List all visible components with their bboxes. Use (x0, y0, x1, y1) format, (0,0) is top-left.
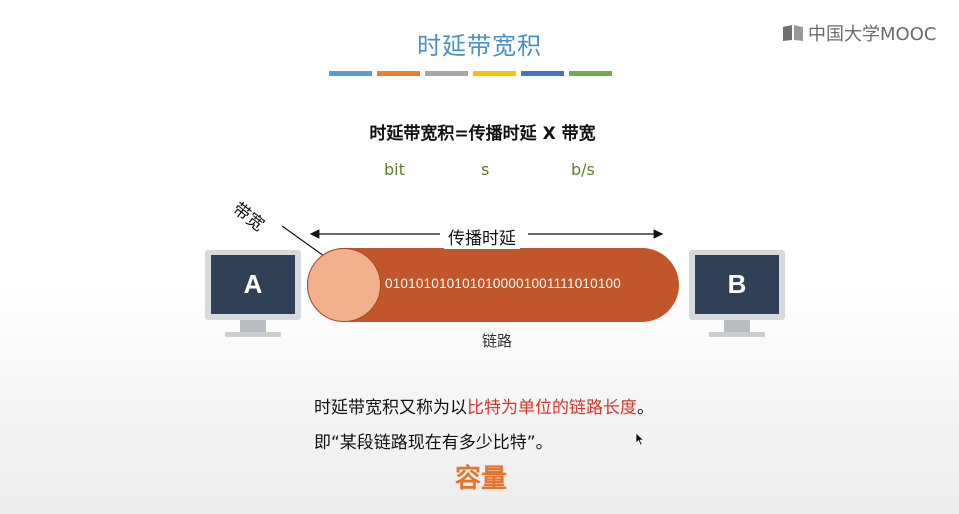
host-b-stand (724, 320, 750, 332)
description-line-2: 即“某段链路现在有多少比特”。 (314, 433, 553, 453)
host-a-monitor: A (205, 250, 301, 337)
link-label: 链路 (482, 332, 513, 350)
description-line-1: 时延带宽积又称为以比特为单位的链路长度。 (314, 393, 654, 418)
host-a-screen: A (205, 250, 301, 320)
bit-stream: 0101010101010100001001111010100 (385, 276, 621, 291)
host-a-base (225, 332, 281, 337)
host-b-base (709, 332, 765, 337)
capacity-keyword: 容量 (455, 464, 508, 494)
host-b-monitor: B (689, 250, 785, 337)
mouse-cursor-icon (635, 432, 645, 446)
description-line-1-suffix: 。 (637, 398, 654, 418)
propagation-delay-label: 传播时延 (444, 224, 520, 249)
description-highlight: 比特为单位的链路长度 (467, 398, 637, 418)
pipe-cross-section (307, 248, 381, 322)
description-line-1-prefix: 时延带宽积又称为以 (314, 398, 467, 418)
host-a-stand (240, 320, 266, 332)
host-b-label: B (695, 255, 779, 314)
host-a-label: A (211, 255, 295, 314)
host-b-screen: B (689, 250, 785, 320)
